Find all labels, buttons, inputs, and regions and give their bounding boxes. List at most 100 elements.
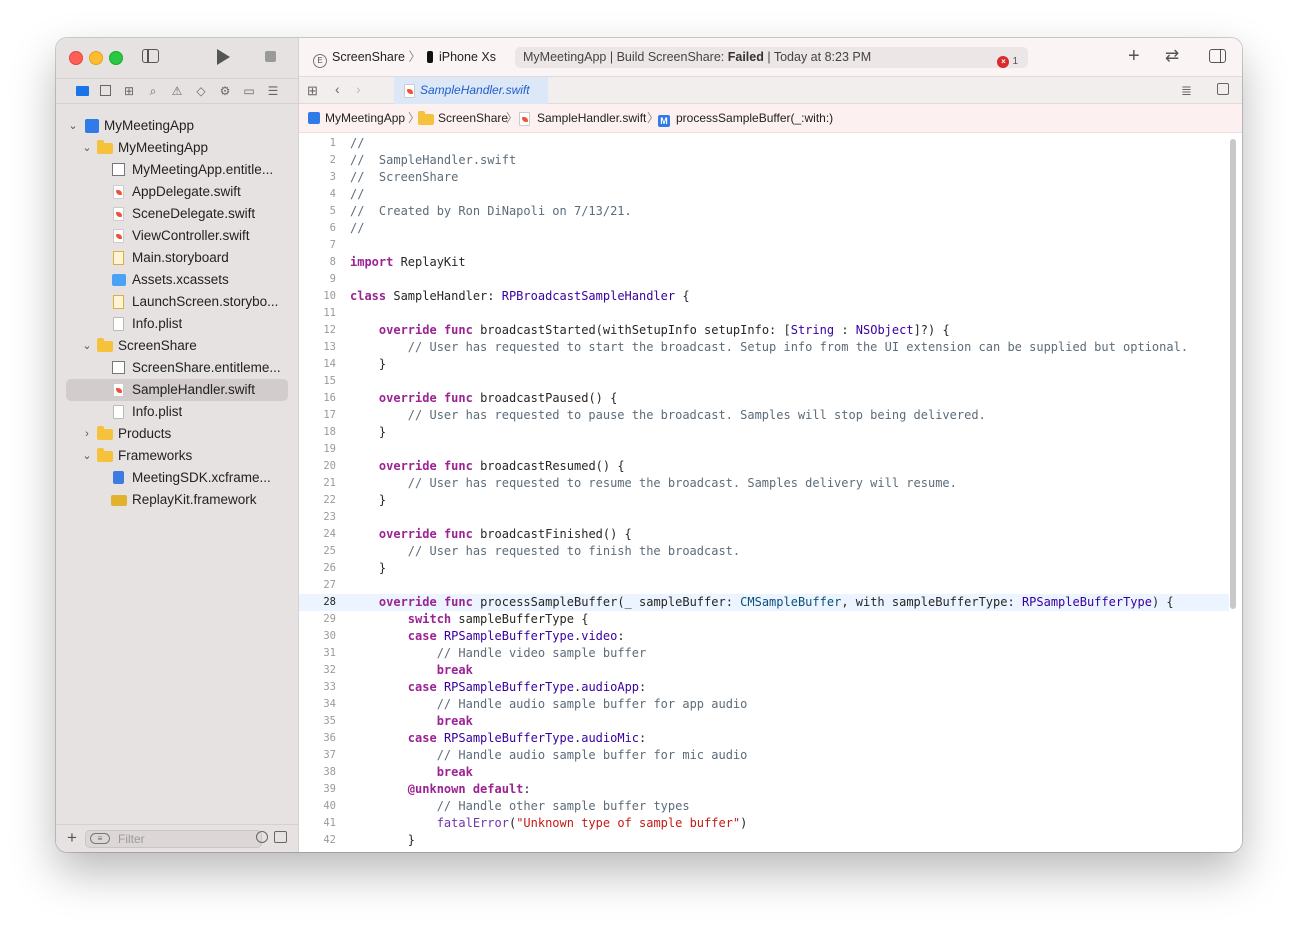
tree-item-file[interactable]: AppDelegate.swift: [66, 181, 288, 203]
code-line[interactable]: 26 }: [299, 560, 1229, 577]
jumpbar-item[interactable]: MprocessSampleBuffer(_:with:): [658, 104, 833, 133]
inspector-toggle-icon[interactable]: [1209, 49, 1226, 63]
source-control-filter-icon[interactable]: [274, 831, 287, 843]
line-number[interactable]: 27: [299, 577, 336, 594]
line-number[interactable]: 41: [299, 815, 336, 832]
line-number[interactable]: 21: [299, 475, 336, 492]
zoom-window-button[interactable]: [109, 51, 123, 65]
tree-item-file[interactable]: ViewController.swift: [66, 225, 288, 247]
line-number[interactable]: 35: [299, 713, 336, 730]
code-line[interactable]: 34 // Handle audio sample buffer for app…: [299, 696, 1229, 713]
code-line[interactable]: 12 override func broadcastStarted(withSe…: [299, 322, 1229, 339]
code-line[interactable]: 36 case RPSampleBufferType.audioMic:: [299, 730, 1229, 747]
line-number[interactable]: 28: [299, 594, 336, 611]
tree-item-folder[interactable]: ⌄ MyMeetingApp: [66, 137, 288, 159]
code-review-icon[interactable]: ⇄: [1165, 46, 1179, 66]
scheme-selector[interactable]: E ScreenShare 〉 iPhone Xs: [313, 48, 496, 68]
library-add-icon[interactable]: +: [1128, 45, 1140, 68]
recent-files-icon[interactable]: [256, 831, 268, 843]
breakpoint-navigator-tab[interactable]: ▭: [241, 83, 257, 99]
line-number[interactable]: 24: [299, 526, 336, 543]
filter-input[interactable]: ≡ Filter: [85, 830, 262, 848]
line-number[interactable]: 14: [299, 356, 336, 373]
line-number[interactable]: 32: [299, 662, 336, 679]
code-line[interactable]: 23: [299, 509, 1229, 526]
chevron-down-icon[interactable]: ⌄: [82, 445, 92, 467]
tree-item-folder[interactable]: ⌄ ScreenShare: [66, 335, 288, 357]
split-editor-icon[interactable]: [1217, 83, 1229, 95]
related-items-icon[interactable]: ⊞: [307, 83, 318, 99]
chevron-down-icon[interactable]: ⌄: [82, 137, 92, 159]
line-number[interactable]: 2: [299, 152, 336, 169]
code-line[interactable]: 5 // Created by Ron DiNapoli on 7/13/21.: [299, 203, 1229, 220]
code-line[interactable]: 16 override func broadcastPaused() {: [299, 390, 1229, 407]
editor-scrollbar[interactable]: [1230, 139, 1236, 609]
line-number[interactable]: 40: [299, 798, 336, 815]
code-line[interactable]: 27: [299, 577, 1229, 594]
line-number[interactable]: 16: [299, 390, 336, 407]
code-line[interactable]: 29 switch sampleBufferType {: [299, 611, 1229, 628]
line-number[interactable]: 25: [299, 543, 336, 560]
tree-item-file[interactable]: ScreenShare.entitleme...: [66, 357, 288, 379]
line-number[interactable]: 5: [299, 203, 336, 220]
code-line[interactable]: 40 // Handle other sample buffer types: [299, 798, 1229, 815]
code-line[interactable]: 15: [299, 373, 1229, 390]
code-line[interactable]: 6 //: [299, 220, 1229, 237]
chevron-down-icon[interactable]: ⌄: [68, 115, 78, 137]
code-line[interactable]: 11: [299, 305, 1229, 322]
code-line[interactable]: 18 }: [299, 424, 1229, 441]
line-number[interactable]: 19: [299, 441, 336, 458]
code-line[interactable]: 37 // Handle audio sample buffer for mic…: [299, 747, 1229, 764]
line-number[interactable]: 29: [299, 611, 336, 628]
add-icon[interactable]: +: [67, 828, 77, 848]
line-number[interactable]: 30: [299, 628, 336, 645]
tree-item-file[interactable]: MyMeetingApp.entitle...: [66, 159, 288, 181]
tree-item-file[interactable]: MeetingSDK.xcframe...: [66, 467, 288, 489]
line-number[interactable]: 15: [299, 373, 336, 390]
project-navigator-tab[interactable]: [74, 83, 90, 99]
code-line[interactable]: 31 // Handle video sample buffer: [299, 645, 1229, 662]
filter-options-icon[interactable]: ≡: [90, 833, 110, 844]
code-line[interactable]: 28 override func processSampleBuffer(_ s…: [299, 594, 1229, 611]
jumpbar-item[interactable]: MyMeetingApp: [325, 104, 405, 133]
line-number[interactable]: 36: [299, 730, 336, 747]
line-number[interactable]: 6: [299, 220, 336, 237]
code-line[interactable]: 3 // ScreenShare: [299, 169, 1229, 186]
stop-icon[interactable]: [265, 51, 276, 62]
tree-item-file[interactable]: Info.plist: [66, 313, 288, 335]
code-line[interactable]: 33 case RPSampleBufferType.audioApp:: [299, 679, 1229, 696]
tree-item-file[interactable]: SceneDelegate.swift: [66, 203, 288, 225]
line-number[interactable]: 23: [299, 509, 336, 526]
line-number[interactable]: 42: [299, 832, 336, 849]
run-icon[interactable]: [217, 49, 230, 65]
tree-item-file[interactable]: LaunchScreen.storybo...: [66, 291, 288, 313]
source-editor[interactable]: 1 // 2 // SampleHandler.swift 3 // ScreenShar…: [299, 133, 1242, 852]
chevron-right-icon[interactable]: ›: [82, 423, 92, 445]
tree-item-folder[interactable]: › Products: [66, 423, 288, 445]
tree-item-file[interactable]: Main.storyboard: [66, 247, 288, 269]
code-line[interactable]: 20 override func broadcastResumed() {: [299, 458, 1229, 475]
line-number[interactable]: 8: [299, 254, 336, 271]
tree-item-folder[interactable]: ⌄ Frameworks: [66, 445, 288, 467]
line-number[interactable]: 39: [299, 781, 336, 798]
code-line[interactable]: 30 case RPSampleBufferType.video:: [299, 628, 1229, 645]
back-icon[interactable]: ‹: [335, 81, 340, 97]
find-navigator-tab[interactable]: ⌕: [145, 83, 161, 99]
line-number[interactable]: 38: [299, 764, 336, 781]
code-line[interactable]: 8 import ReplayKit: [299, 254, 1229, 271]
line-number[interactable]: 1: [299, 135, 336, 152]
code-line[interactable]: 1 //: [299, 135, 1229, 152]
code-line[interactable]: 32 break: [299, 662, 1229, 679]
code-line[interactable]: 22 }: [299, 492, 1229, 509]
line-number[interactable]: 20: [299, 458, 336, 475]
error-badge[interactable]: × 1: [997, 51, 1018, 72]
code-line[interactable]: 25 // User has requested to finish the b…: [299, 543, 1229, 560]
tree-item-file[interactable]: Info.plist: [66, 401, 288, 423]
line-number[interactable]: 37: [299, 747, 336, 764]
tab-samplehandler[interactable]: SampleHandler.swift: [394, 77, 548, 104]
line-number[interactable]: 12: [299, 322, 336, 339]
test-navigator-tab[interactable]: ◇: [193, 83, 209, 99]
line-number[interactable]: 31: [299, 645, 336, 662]
sidebar-toggle-icon[interactable]: [142, 49, 159, 63]
line-number[interactable]: 10: [299, 288, 336, 305]
